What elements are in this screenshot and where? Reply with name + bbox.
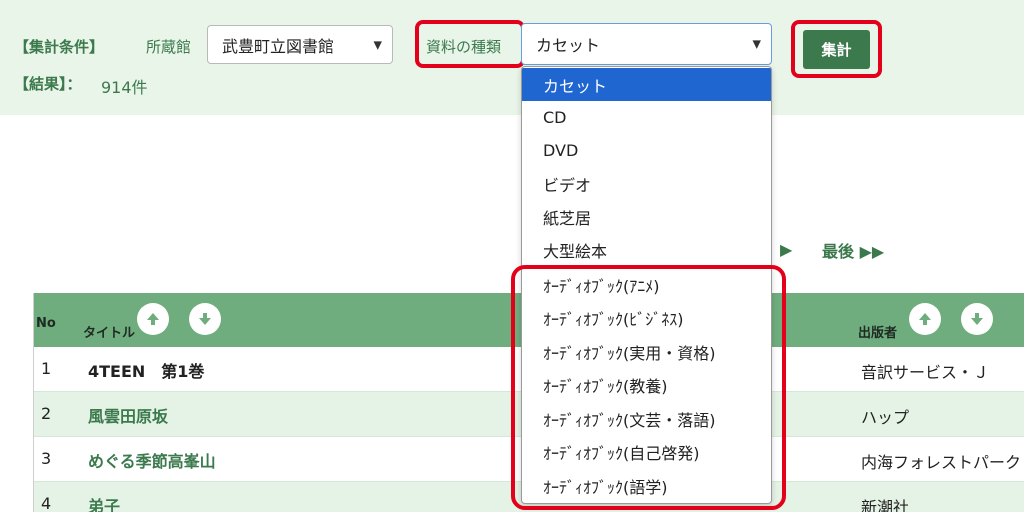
dropdown-option[interactable]: ビデオ <box>522 167 771 200</box>
highlight-submit-button <box>791 20 882 78</box>
pager-next-button[interactable]: ▶ <box>780 240 792 259</box>
table-left-border <box>33 293 34 512</box>
sort-publisher-asc-button[interactable] <box>909 303 941 335</box>
holding-label: 所蔵館 <box>146 38 192 56</box>
highlight-material-type-label <box>415 20 525 68</box>
row-number: 1 <box>41 359 52 378</box>
column-header-no: No <box>36 316 56 331</box>
holding-select[interactable]: 武豊町立図書館 ▼ <box>207 25 393 64</box>
material-type-select[interactable]: カセット ▼ <box>521 23 772 65</box>
row-publisher: 内海フォレストパーク <box>861 453 1022 472</box>
column-header-publisher: 出版者 <box>858 326 898 341</box>
row-title-link[interactable]: 弟子 <box>88 493 120 512</box>
sort-title-desc-button[interactable] <box>189 303 221 335</box>
holding-select-value: 武豊町立図書館 <box>222 36 335 56</box>
row-number: 3 <box>41 449 52 468</box>
page: 【集計条件】 所蔵館 武豊町立図書館 ▼ 資料の種類 カセット ▼ 集計 【結果… <box>0 0 1024 512</box>
arrow-up-icon <box>147 313 159 325</box>
pager-last-button[interactable]: 最後 ▶▶ <box>822 238 884 262</box>
chevron-down-icon: ▼ <box>752 37 761 51</box>
row-publisher: 新潮社 <box>861 498 910 512</box>
row-publisher: ハップ <box>861 408 910 427</box>
sort-title-asc-button[interactable] <box>137 303 169 335</box>
result-count: 914件 <box>101 78 148 97</box>
sort-publisher-desc-button[interactable] <box>961 303 993 335</box>
column-header-title: タイトル <box>83 326 136 341</box>
row-title-link[interactable]: 4TEEN 第1巻 <box>88 358 204 382</box>
row-title-link[interactable]: 風雲田原坂 <box>88 403 168 427</box>
material-type-select-value: カセット <box>536 36 601 55</box>
highlight-audiobook-options <box>511 265 786 510</box>
row-publisher: 音訳サービス・Ｊ <box>861 363 990 382</box>
chevron-down-icon: ▼ <box>373 38 382 51</box>
arrow-down-icon <box>971 313 983 325</box>
dropdown-option[interactable]: DVD <box>522 134 771 167</box>
dropdown-option[interactable]: 紙芝居 <box>522 200 771 233</box>
arrow-up-icon <box>919 313 931 325</box>
result-label: 【結果】： <box>14 75 82 93</box>
row-title-link[interactable]: めぐる季節高峯山 <box>88 448 216 472</box>
conditions-label: 【集計条件】 <box>14 38 105 56</box>
filter-panel: 【集計条件】 所蔵館 武豊町立図書館 ▼ 資料の種類 カセット ▼ 集計 【結果… <box>0 0 1024 115</box>
dropdown-option[interactable]: 大型絵本 <box>522 233 771 266</box>
dropdown-option[interactable]: CD <box>522 101 771 134</box>
row-number: 2 <box>41 404 52 423</box>
dropdown-option[interactable]: カセット <box>522 68 771 101</box>
row-number: 4 <box>41 494 52 512</box>
arrow-down-icon <box>199 313 211 325</box>
